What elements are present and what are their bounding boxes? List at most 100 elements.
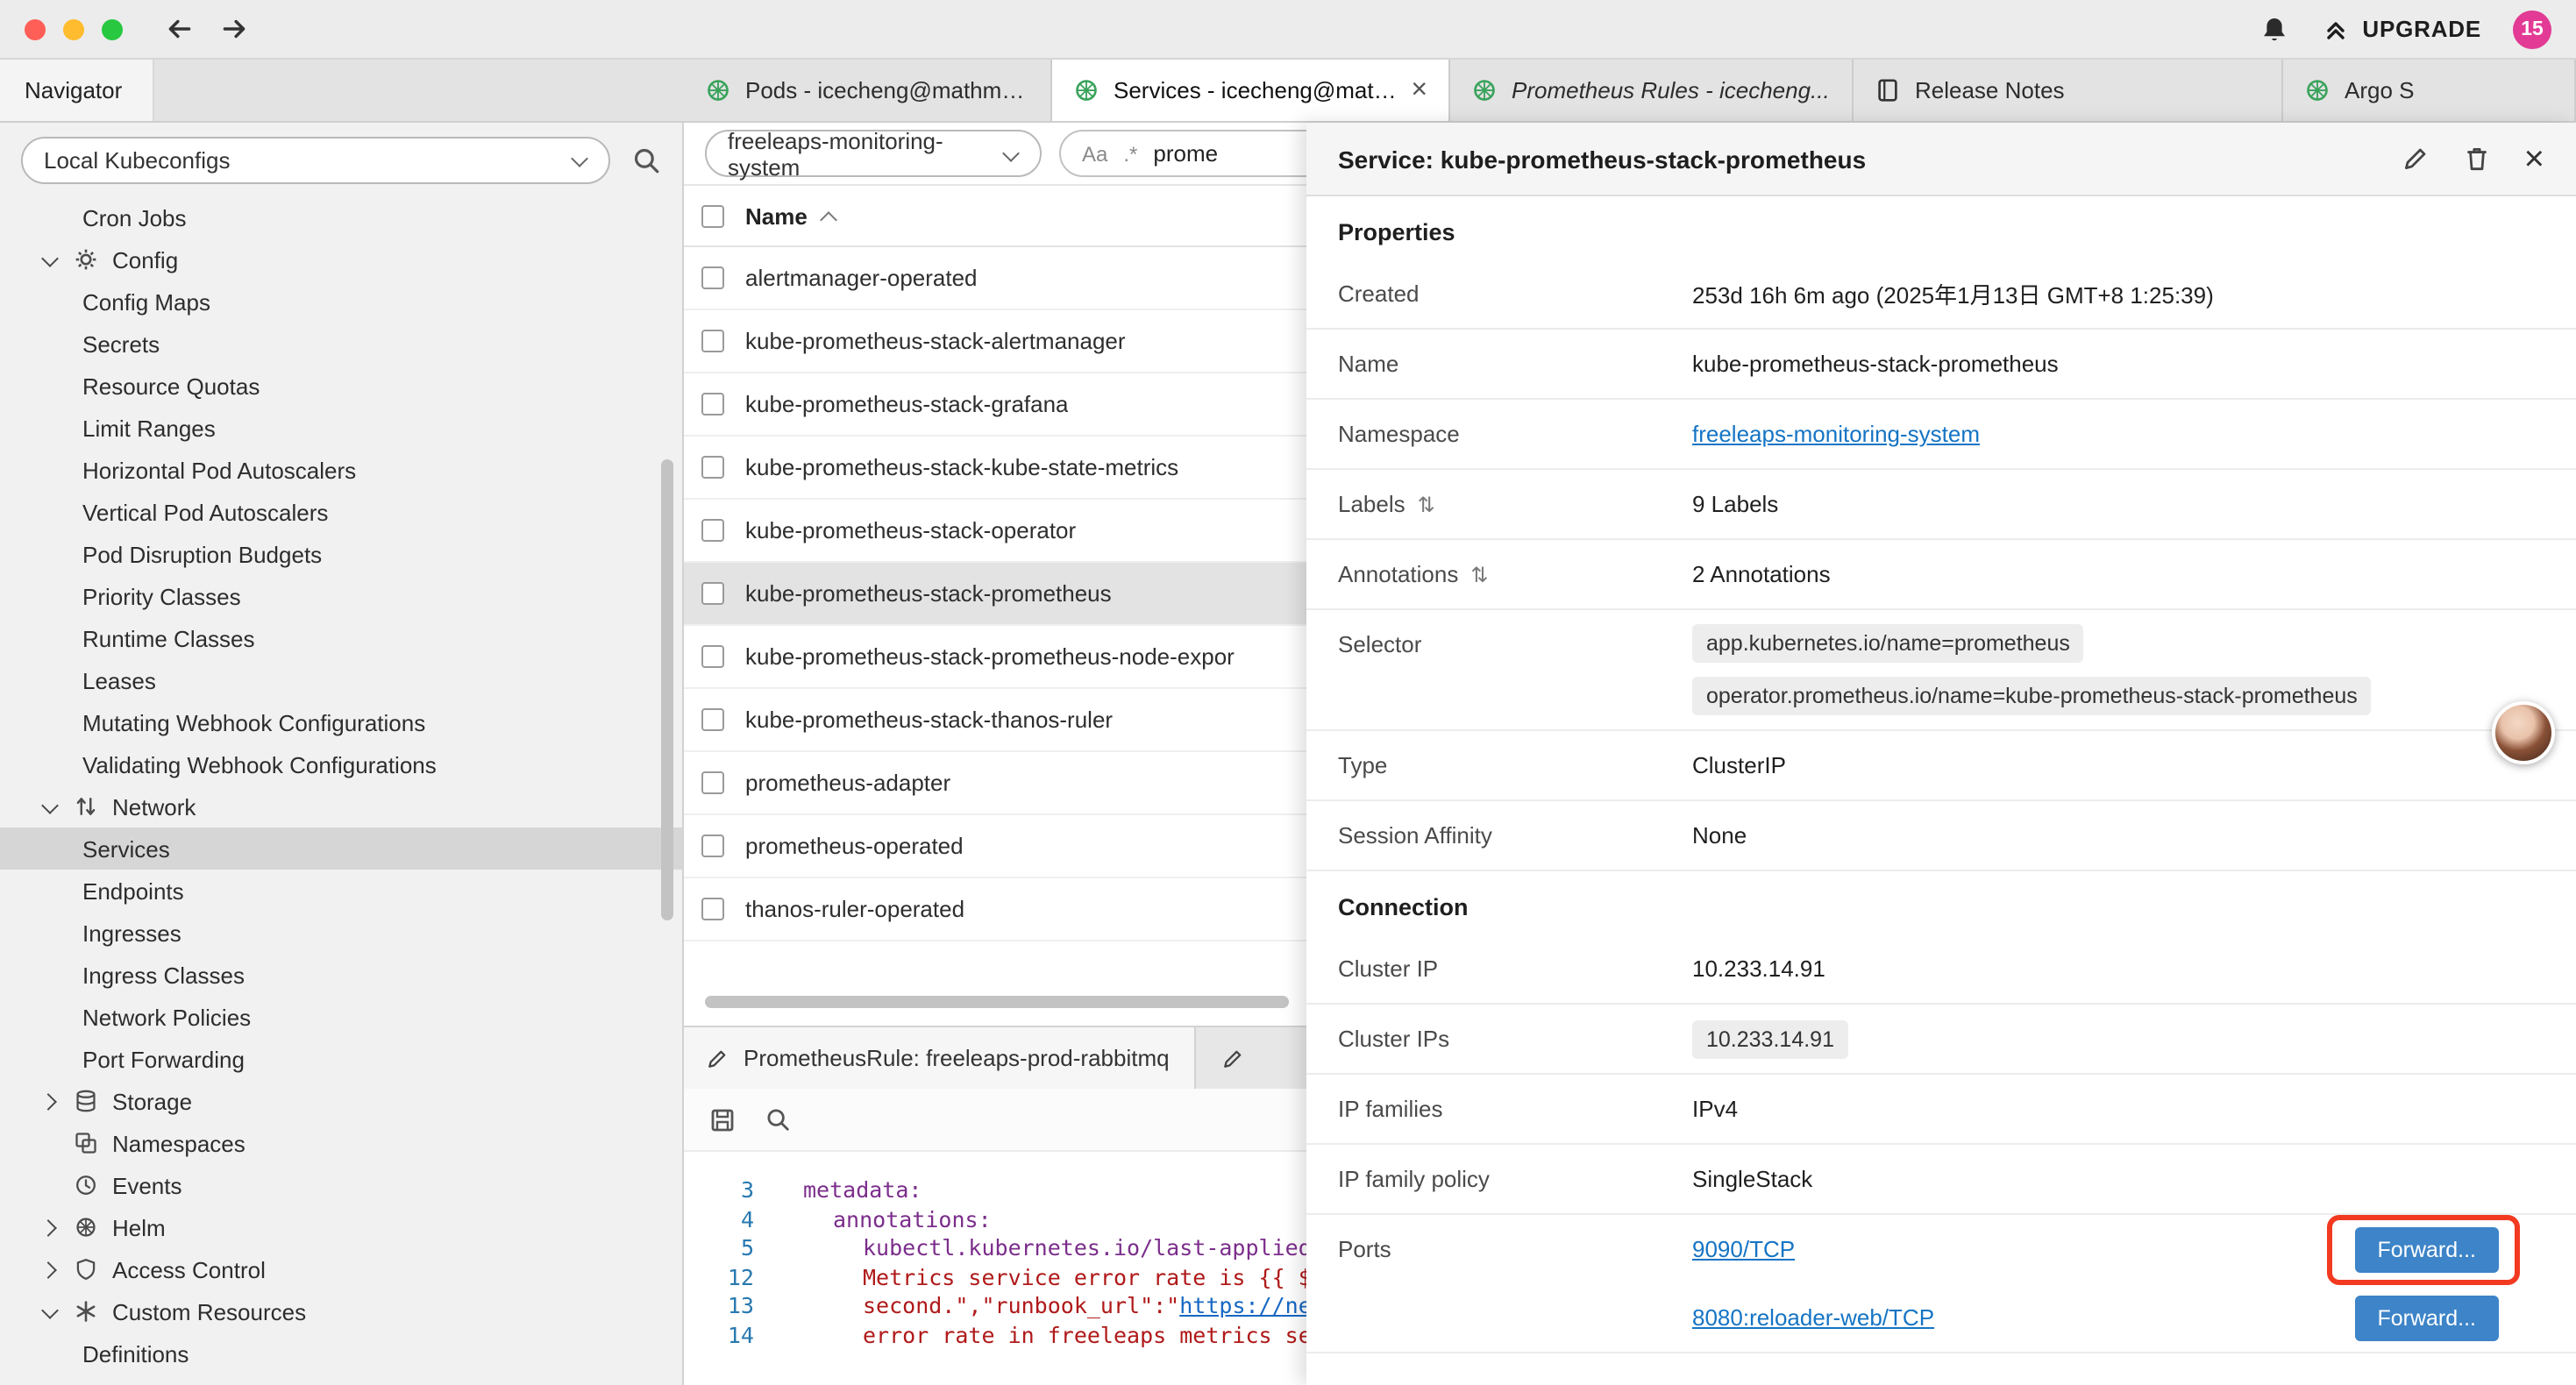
sidebar-item-runtime-classes[interactable]: Runtime Classes (0, 617, 682, 659)
port-link[interactable]: 8080:reloader-web/TCP (1692, 1304, 1934, 1331)
back-arrow-icon[interactable] (165, 14, 195, 44)
forward-button[interactable]: Forward... (2354, 1295, 2499, 1340)
tab-services[interactable]: Services - icecheng@math... × (1052, 60, 1450, 121)
row-checkbox[interactable] (701, 582, 724, 605)
upgrade-chevrons-icon (2322, 15, 2350, 43)
row-checkbox[interactable] (701, 519, 724, 542)
sidebar-item-ingresses[interactable]: Ingresses (0, 912, 682, 954)
tab-argo[interactable]: Argo S (2283, 60, 2576, 121)
sidebar-item-port-forwarding[interactable]: Port Forwarding (0, 1038, 682, 1080)
name-column-header[interactable]: Name (745, 202, 837, 229)
tab-release-notes[interactable]: Release Notes (1854, 60, 2283, 121)
chevron-spacer (39, 1175, 60, 1196)
sort-updown-icon[interactable]: ⇅ (1470, 562, 1488, 586)
tab-prometheus-rules[interactable]: Prometheus Rules - icecheng... (1450, 60, 1854, 121)
select-all-checkbox[interactable] (701, 204, 724, 227)
horizontal-scrollbar[interactable] (705, 996, 1289, 1008)
sidebar-item-config[interactable]: Config (0, 238, 682, 281)
namespace-link[interactable]: freeleaps-monitoring-system (1692, 421, 1980, 447)
namespace-select[interactable]: freeleaps-monitoring-system (705, 130, 1042, 177)
navigator-tree: Cron Jobs Config Config Maps Secrets Res… (0, 196, 682, 1385)
search-icon[interactable] (631, 145, 661, 174)
sidebar-item-services[interactable]: Services (0, 827, 682, 870)
content-area: Local Kubeconfigs Cron Jobs Config Confi… (0, 123, 2576, 1385)
navigator-sidebar: Local Kubeconfigs Cron Jobs Config Confi… (0, 123, 684, 1385)
row-checkbox[interactable] (701, 456, 724, 479)
clock-icon (72, 1171, 100, 1199)
ip-family-policy-value: SingleStack (1692, 1166, 2544, 1192)
sidebar-item-helm[interactable]: Helm (0, 1206, 682, 1248)
forward-button[interactable]: Forward... (2354, 1226, 2499, 1272)
row-checkbox[interactable] (701, 393, 724, 416)
edit-pencil-icon[interactable] (2402, 144, 2431, 174)
sidebar-item-events[interactable]: Events (0, 1164, 682, 1206)
window-minimize-button[interactable] (63, 18, 84, 39)
row-checkbox[interactable] (701, 266, 724, 289)
upgrade-button[interactable]: UPGRADE (2322, 15, 2481, 43)
row-checkbox[interactable] (701, 898, 724, 920)
sidebar-item-limit-ranges[interactable]: Limit Ranges (0, 407, 682, 449)
selector-badge: operator.prometheus.io/name=kube-prometh… (1692, 677, 2372, 715)
save-icon[interactable] (708, 1105, 737, 1133)
row-checkbox[interactable] (701, 645, 724, 668)
sidebar-item-priority-classes[interactable]: Priority Classes (0, 575, 682, 617)
upgrade-label: UPGRADE (2362, 16, 2481, 42)
case-sensitive-toggle[interactable]: Aa (1082, 141, 1107, 166)
window-zoom-button[interactable] (102, 18, 123, 39)
row-checkbox[interactable] (701, 771, 724, 794)
sidebar-item-cron-jobs[interactable]: Cron Jobs (0, 196, 682, 238)
sidebar-item-mutating-webhook-configurations[interactable]: Mutating Webhook Configurations (0, 701, 682, 743)
kubeconfig-select[interactable]: Local Kubeconfigs (21, 136, 610, 183)
drawer-header: Service: kube-prometheus-stack-prometheu… (1306, 123, 2576, 196)
sort-updown-icon[interactable]: ⇅ (1418, 492, 1435, 516)
annotations-count: 2 Annotations (1692, 561, 2544, 587)
filter-value: prome (1153, 140, 1218, 167)
navigator-panel-tab[interactable]: Navigator (0, 60, 154, 121)
sidebar-item-ingress-classes[interactable]: Ingress Classes (0, 954, 682, 996)
tab-pods[interactable]: Pods - icecheng@mathmas... (684, 60, 1052, 121)
forward-arrow-icon[interactable] (219, 14, 249, 44)
chevron-down-icon (39, 796, 60, 817)
sidebar-item-access-control[interactable]: Access Control (0, 1248, 682, 1290)
row-checkbox[interactable] (701, 835, 724, 857)
sidebar-item-network-policies[interactable]: Network Policies (0, 996, 682, 1038)
bell-icon[interactable] (2259, 13, 2290, 45)
regex-toggle[interactable]: .* (1123, 141, 1137, 166)
dock-tab-prometheusrule[interactable]: PrometheusRule: freeleaps-prod-rabbitmq (684, 1027, 1196, 1089)
sidebar-item-vertical-pod-autoscalers[interactable]: Vertical Pod Autoscalers (0, 491, 682, 533)
sidebar-item-endpoints[interactable]: Endpoints (0, 870, 682, 912)
row-checkbox[interactable] (701, 330, 724, 352)
chevron-right-icon (39, 1217, 60, 1238)
sidebar-item-pod-disruption-budgets[interactable]: Pod Disruption Budgets (0, 533, 682, 575)
selector-badge: app.kubernetes.io/name=prometheus (1692, 624, 2084, 663)
chevron-down-icon (39, 249, 60, 270)
sidebar-item-config-maps[interactable]: Config Maps (0, 281, 682, 323)
drawer-row-name: Name kube-prometheus-stack-prometheus (1306, 330, 2576, 400)
search-icon[interactable] (765, 1106, 791, 1133)
port-link[interactable]: 9090/TCP (1692, 1236, 1795, 1262)
ip-families-value: IPv4 (1692, 1096, 2544, 1122)
sidebar-item-leases[interactable]: Leases (0, 659, 682, 701)
user-avatar[interactable] (2492, 701, 2555, 764)
sidebar-item-resource-quotas[interactable]: Resource Quotas (0, 365, 682, 407)
helm-wheel-icon (72, 1213, 100, 1241)
properties-heading: Properties (1306, 196, 2576, 259)
sidebar-item-namespaces[interactable]: Namespaces (0, 1122, 682, 1164)
dock-tab-partial[interactable] (1196, 1027, 1308, 1089)
close-tab-icon[interactable]: × (1411, 76, 1427, 104)
sidebar-item-storage[interactable]: Storage (0, 1080, 682, 1122)
notification-count-badge[interactable]: 15 (2513, 10, 2551, 48)
close-icon[interactable]: × (2524, 141, 2544, 176)
sidebar-item-definitions[interactable]: Definitions (0, 1332, 682, 1374)
sidebar-item-horizontal-pod-autoscalers[interactable]: Horizontal Pod Autoscalers (0, 449, 682, 491)
window-close-button[interactable] (25, 18, 46, 39)
chevron-right-icon (39, 1090, 60, 1112)
sidebar-item-network[interactable]: Network (0, 785, 682, 827)
asterisk-icon (72, 1297, 100, 1325)
sidebar-item-custom-resources[interactable]: Custom Resources (0, 1290, 682, 1332)
row-checkbox[interactable] (701, 708, 724, 731)
trash-icon[interactable] (2463, 144, 2493, 174)
sidebar-item-secrets[interactable]: Secrets (0, 323, 682, 365)
sidebar-item-validating-webhook-configurations[interactable]: Validating Webhook Configurations (0, 743, 682, 785)
sidebar-scrollbar[interactable] (661, 459, 673, 920)
